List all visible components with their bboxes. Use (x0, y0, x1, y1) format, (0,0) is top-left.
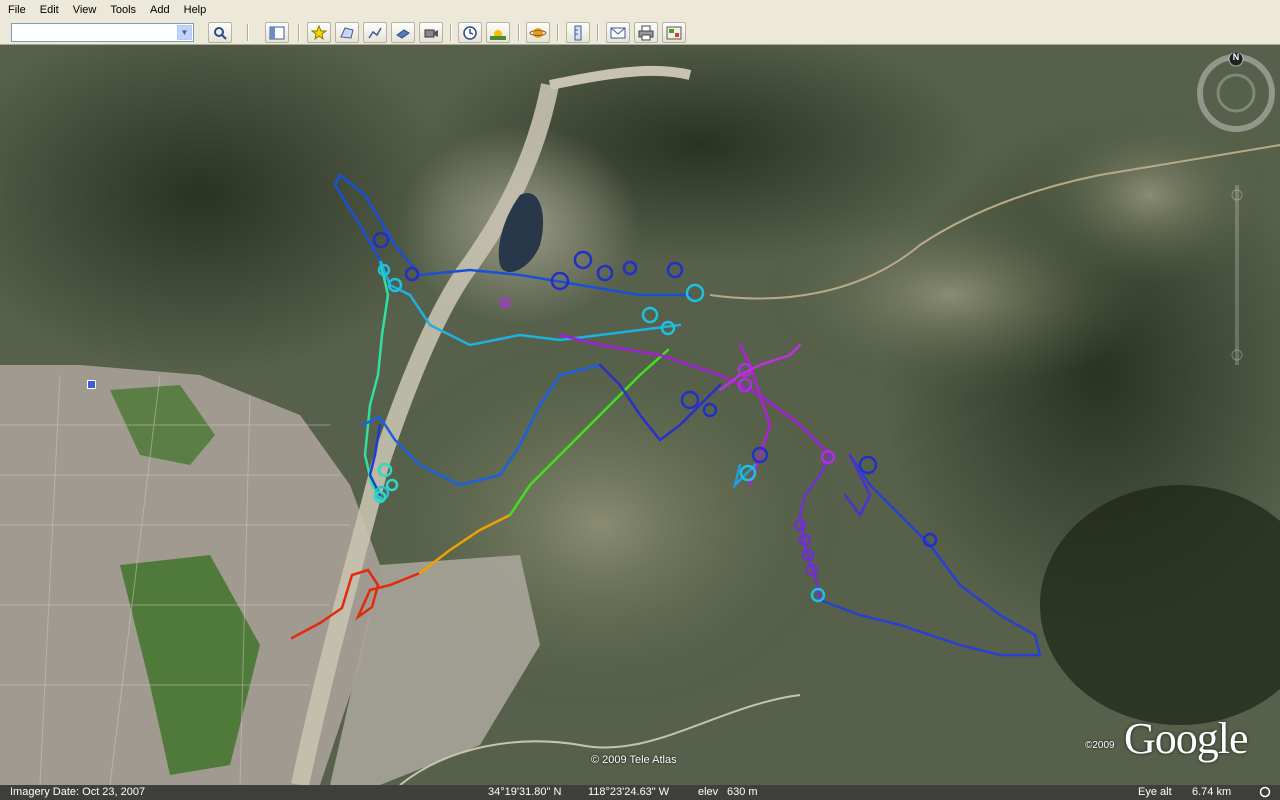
map-view[interactable]: N © 2009 Tele Atlas ©2009 Google (0, 45, 1280, 785)
placemark-pin[interactable] (87, 380, 96, 389)
toolbar-divider (298, 24, 300, 41)
zoom-slider[interactable] (1231, 185, 1243, 365)
record-tour-icon (424, 29, 438, 37)
chevron-down-icon[interactable]: ▼ (177, 25, 192, 40)
record-tour-button[interactable] (419, 22, 443, 43)
menu-bar: File Edit View Tools Add Help (0, 0, 1280, 20)
toolbar-divider (247, 24, 249, 41)
planets-button[interactable] (526, 22, 550, 43)
elevation-label: elev (698, 786, 719, 798)
historical-imagery-button[interactable] (458, 22, 482, 43)
path-icon (368, 27, 382, 38)
status-bar: Imagery Date: Oct 23, 2007 34°19'31.80" … (0, 785, 1280, 800)
ruler-button[interactable] (566, 22, 590, 43)
email-icon (610, 27, 626, 38)
add-polygon-button[interactable] (335, 22, 359, 43)
sunlight-icon (490, 29, 506, 40)
google-copyright: ©2009 (1085, 740, 1115, 751)
toolbar: ▼ (0, 20, 1280, 45)
search-combobox[interactable]: ▼ (11, 23, 194, 42)
email-button[interactable] (606, 22, 630, 43)
placemark-icon (311, 24, 327, 40)
navigation-compass[interactable] (1196, 53, 1276, 133)
menu-add[interactable]: Add (143, 0, 177, 20)
view-in-maps-icon (666, 26, 682, 39)
eye-alt-label: Eye alt (1138, 786, 1172, 798)
toolbar-divider (450, 24, 452, 41)
sidebar-toggle-icon (269, 26, 285, 39)
toolbar-divider (597, 24, 599, 41)
latitude-readout: 34°19'31.80" N (488, 786, 562, 798)
toolbar-divider (557, 24, 559, 41)
sunlight-button[interactable] (486, 22, 510, 43)
polygon-icon (340, 26, 354, 39)
menu-view[interactable]: View (66, 0, 104, 20)
google-logo: Google (1124, 714, 1249, 763)
toolbar-divider (518, 24, 520, 41)
imagery-attribution: © 2009 Tele Atlas (591, 754, 677, 766)
menu-edit[interactable]: Edit (33, 0, 66, 20)
ruler-icon (574, 25, 582, 40)
imagery-date: Imagery Date: Oct 23, 2007 (10, 786, 146, 798)
longitude-readout: 118°23'24.63" W (588, 786, 670, 798)
view-in-maps-button[interactable] (662, 22, 686, 43)
search-input[interactable] (12, 24, 176, 41)
search-button[interactable] (208, 22, 232, 43)
add-path-button[interactable] (363, 22, 387, 43)
menu-help[interactable]: Help (177, 0, 214, 20)
print-icon (638, 25, 654, 40)
add-image-overlay-button[interactable] (391, 22, 415, 43)
gps-track (290, 173, 1042, 657)
menu-tools[interactable]: Tools (103, 0, 143, 20)
image-overlay-icon (396, 28, 410, 39)
streaming-status-icon (1259, 786, 1271, 798)
search-icon (214, 26, 227, 40)
eye-alt-readout: 6.74 km (1192, 786, 1232, 798)
elevation-readout: 630 m (727, 786, 758, 798)
menu-file[interactable]: File (0, 0, 33, 20)
sidebar-toggle-button[interactable] (265, 22, 289, 43)
historical-imagery-icon (463, 25, 477, 40)
add-placemark-button[interactable] (307, 22, 331, 43)
planets-icon (529, 27, 547, 38)
compass-north-label: N (1232, 52, 1240, 62)
print-button[interactable] (634, 22, 658, 43)
